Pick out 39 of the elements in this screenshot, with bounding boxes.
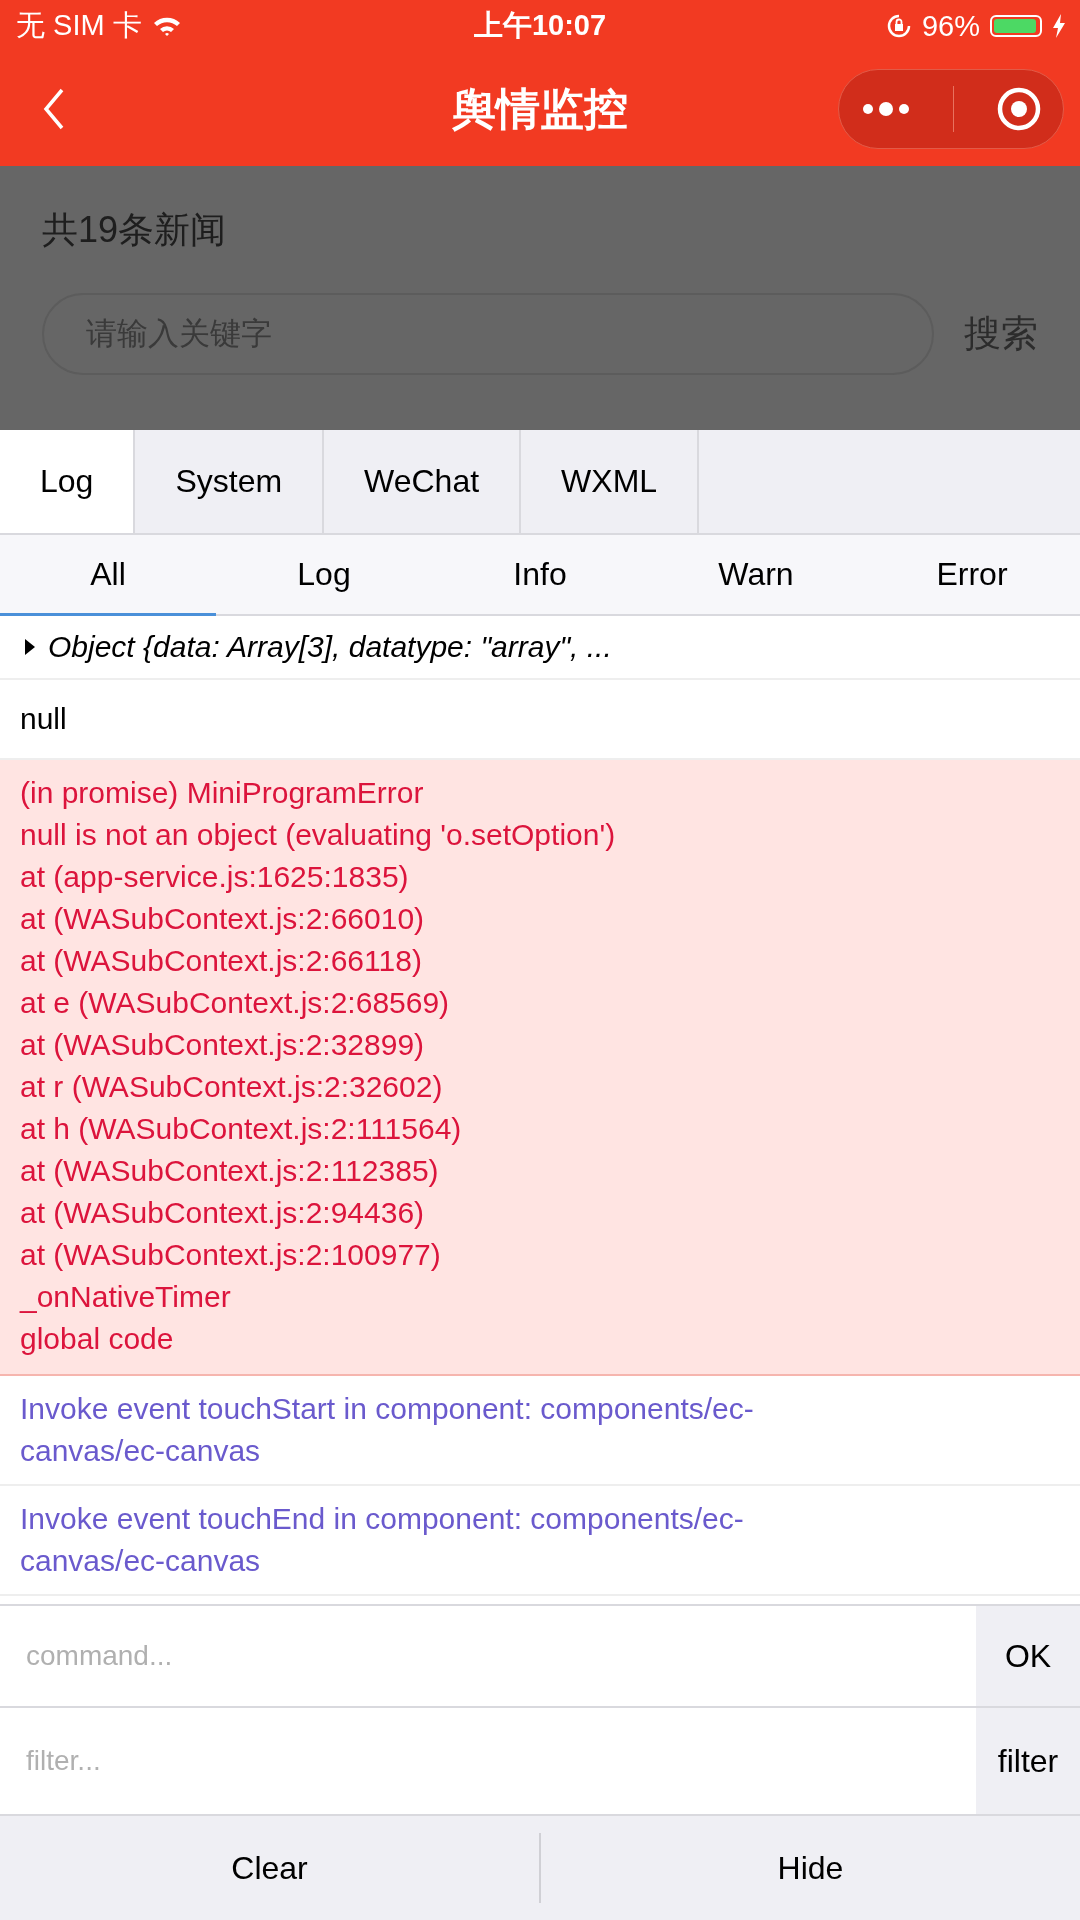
news-count: 共19条新闻	[42, 208, 228, 252]
rotation-lock-icon	[885, 13, 912, 39]
level-filter-tab[interactable]: Warn	[648, 535, 864, 616]
expand-icon[interactable]	[24, 638, 36, 656]
filter-button[interactable]: filter	[976, 1708, 1080, 1814]
log-message: null	[20, 701, 68, 737]
level-filter-tab[interactable]: Error	[864, 535, 1080, 616]
clock-time: 上午10:07	[473, 8, 607, 43]
error-line: null is not an object (evaluating 'o.setOption')	[20, 817, 617, 853]
close-icon[interactable]	[996, 86, 1043, 132]
page-title: 舆情监控	[452, 82, 628, 135]
error-line: (in promise) MiniProgramError	[20, 775, 425, 811]
console-button[interactable]: Hide	[539, 1833, 1080, 1903]
ok-button[interactable]: OK	[976, 1606, 1080, 1706]
log-message: Invoke event touchStart in component: components/ec-canvas/ec-canvas	[20, 1391, 755, 1469]
error-line: at (WASubContext.js:2:100977)	[20, 1237, 442, 1273]
error-line: at (WASubContext.js:2:66010)	[20, 901, 426, 937]
log-message: Invoke event touchEnd in component: components/ec-canvas/ec-canvas	[20, 1501, 745, 1579]
error-line: at h (WASubContext.js:2:111564)	[20, 1111, 463, 1147]
charging-icon	[1052, 13, 1066, 39]
error-line: at e (WASubContext.js:2:68569)	[20, 985, 451, 1021]
back-icon[interactable]	[42, 87, 66, 131]
error-line: at (WASubContext.js:2:66118)	[20, 943, 423, 979]
level-filter-tab[interactable]: Info	[432, 535, 648, 616]
log-message[interactable]: Object {data: Array[3], datatype: "array", ...	[48, 626, 612, 668]
battery-percent: 96%	[921, 9, 980, 43]
console-tab[interactable]: Log	[0, 430, 136, 533]
error-line: at (WASubContext.js:2:112385)	[20, 1153, 440, 1189]
level-filter-tab[interactable]: All	[0, 535, 216, 616]
error-line: _onNativeTimer	[20, 1279, 232, 1315]
level-filter-tab[interactable]: Log	[216, 535, 432, 616]
error-line: at (WASubContext.js:2:32899)	[20, 1027, 426, 1063]
error-line: at (WASubContext.js:2:94436)	[20, 1195, 426, 1231]
carrier-label: 无 SIM 卡	[16, 8, 142, 43]
error-line: at r (WASubContext.js:2:32602)	[20, 1069, 444, 1105]
error-line: at (app-service.js:1625:1835)	[20, 859, 410, 895]
error-line: global code	[20, 1321, 175, 1357]
battery-icon	[990, 15, 1042, 37]
console-button[interactable]: Clear	[0, 1833, 539, 1903]
